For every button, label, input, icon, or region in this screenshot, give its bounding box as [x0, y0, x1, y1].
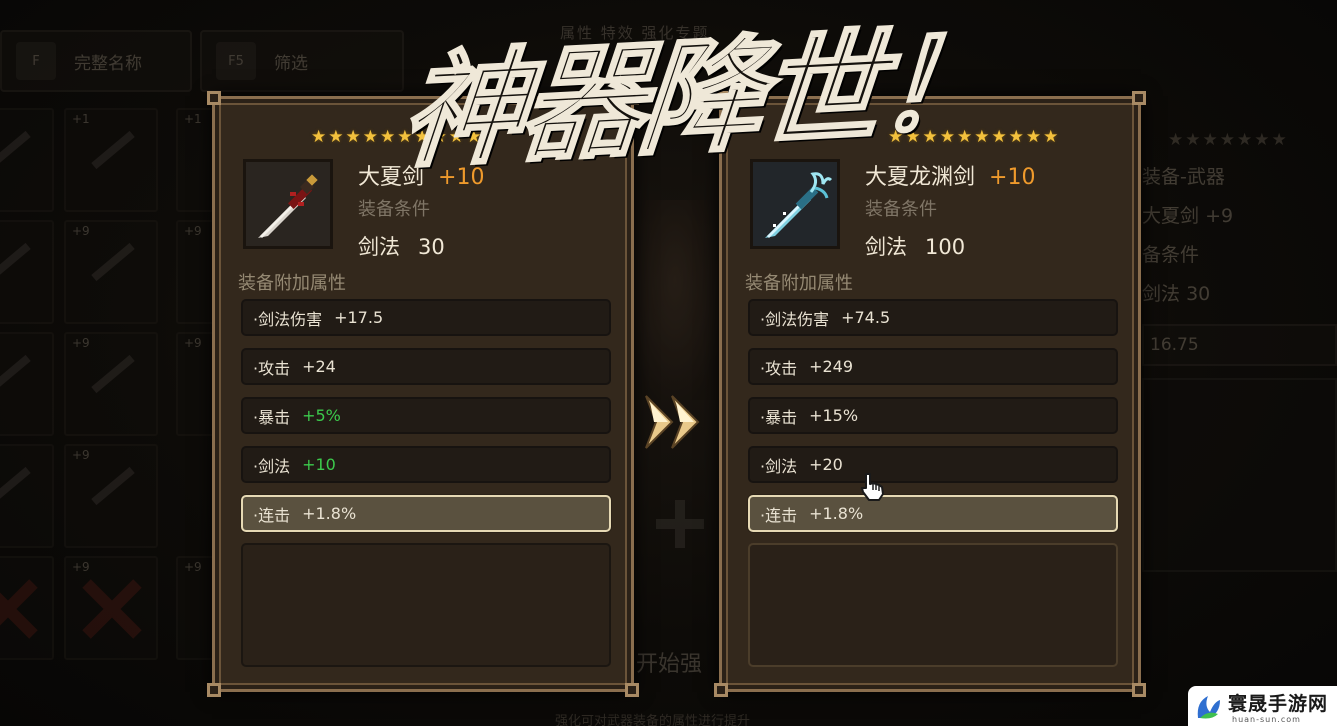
item-icon-frame[interactable]	[243, 159, 333, 249]
inventory-slot[interactable]: +9	[64, 444, 158, 548]
slot-level: +9	[72, 560, 90, 574]
game-screen: F 完整名称 F5 筛选 属性 特效 强化专题 +1 +1 +9 +9 +9 +…	[0, 0, 1337, 726]
key-label: 完整名称	[74, 53, 142, 74]
background-item-detail: ★★★★★★★ 装备-武器 大夏剑 +9 备条件 剑法 30 16.75	[1142, 130, 1337, 572]
enhance-hint-text: 强化可对武器装备的属性进行提升	[555, 714, 751, 726]
bonus-row-crit[interactable]: ·暴击 +15%	[748, 397, 1118, 434]
key-label: 筛选	[274, 53, 308, 74]
site-logo-icon	[1197, 696, 1220, 719]
frame-corner	[625, 683, 639, 697]
bonus-row-combo[interactable]: ·连击 +1.8%	[241, 495, 611, 532]
bonus-row-sword-damage[interactable]: ·剑法伤害 +74.5	[748, 299, 1118, 336]
bonus-row-combo[interactable]: ·连击 +1.8%	[748, 495, 1118, 532]
item-base-stat: 剑法 30	[358, 235, 445, 259]
inventory-slot[interactable]: +9	[64, 556, 158, 660]
background-category: 装备-武器	[1142, 166, 1225, 188]
frame-corner	[714, 683, 728, 697]
site-watermark: 寰晟手游网 huan-sun.com	[1188, 686, 1337, 726]
bonus-row-attack[interactable]: ·攻击 +249	[748, 348, 1118, 385]
frame-corner	[1132, 683, 1146, 697]
background-stat: 剑法 30	[1142, 283, 1211, 305]
slot-level: +1	[72, 112, 90, 126]
background-stars: ★★★★★★★	[1168, 130, 1289, 150]
inventory-slot[interactable]: +9	[64, 220, 158, 324]
key-hint: F5	[216, 42, 256, 80]
slot-level: +9	[72, 448, 90, 462]
bonus-attributes-header: 装备附加属性	[238, 273, 346, 294]
character-portrait	[630, 200, 720, 400]
inventory-slot[interactable]	[0, 332, 54, 436]
plus-icon	[656, 500, 704, 548]
bonus-row-swordsmanship[interactable]: ·剑法 +20	[748, 446, 1118, 483]
background-value-box: 16.75	[1142, 324, 1337, 366]
frame-corner	[207, 91, 221, 105]
item-requirement-label: 装备条件	[358, 199, 430, 220]
slot-level: +9	[72, 336, 90, 350]
banner-text: 神器降世！	[394, 8, 1003, 187]
inventory-slot[interactable]	[0, 220, 54, 324]
item-requirement-label: 装备条件	[865, 199, 937, 220]
bonus-row-crit[interactable]: ·暴击 +5%	[241, 397, 611, 434]
slot-level: +9	[184, 336, 202, 350]
slot-level: +1	[184, 112, 202, 126]
inventory-slot[interactable]: +1	[64, 108, 158, 212]
background-empty-box	[1142, 378, 1337, 572]
fast-forward-icon	[645, 395, 700, 449]
bonus-row-sword-damage[interactable]: ·剑法伤害 +17.5	[241, 299, 611, 336]
bonus-attributes-header: 装备附加属性	[745, 273, 853, 294]
inventory-slot[interactable]: +9	[64, 332, 158, 436]
frame-corner	[207, 683, 221, 697]
sword-icon	[258, 174, 318, 238]
bonus-row-attack[interactable]: ·攻击 +24	[241, 348, 611, 385]
frame-corner	[1132, 91, 1146, 105]
start-enhance-button[interactable]: 开始强	[636, 646, 702, 678]
empty-bonus-area	[241, 543, 611, 667]
inventory-slot[interactable]	[0, 108, 54, 212]
bonus-row-swordsmanship[interactable]: ·剑法 +10	[241, 446, 611, 483]
slot-level: +9	[72, 224, 90, 238]
item-base-stat: 剑法 100	[865, 235, 966, 259]
slot-level: +9	[184, 560, 202, 574]
title-banner: 神器降世！	[394, 0, 1005, 190]
filter-key-button[interactable]: F5 筛选	[200, 30, 404, 92]
full-name-key-button[interactable]: F 完整名称	[0, 30, 192, 92]
watermark-url: huan-sun.com	[1232, 715, 1301, 724]
inventory-slot[interactable]	[0, 444, 54, 548]
background-item-name: 大夏剑 +9	[1142, 205, 1234, 227]
key-hint: F	[16, 42, 56, 80]
watermark-title: 寰晟手游网	[1228, 693, 1329, 715]
inventory-slot[interactable]	[0, 556, 54, 660]
empty-bonus-area	[748, 543, 1118, 667]
hand-pointer-icon	[861, 473, 884, 501]
background-requirement: 备条件	[1142, 244, 1200, 266]
slot-level: +9	[184, 224, 202, 238]
